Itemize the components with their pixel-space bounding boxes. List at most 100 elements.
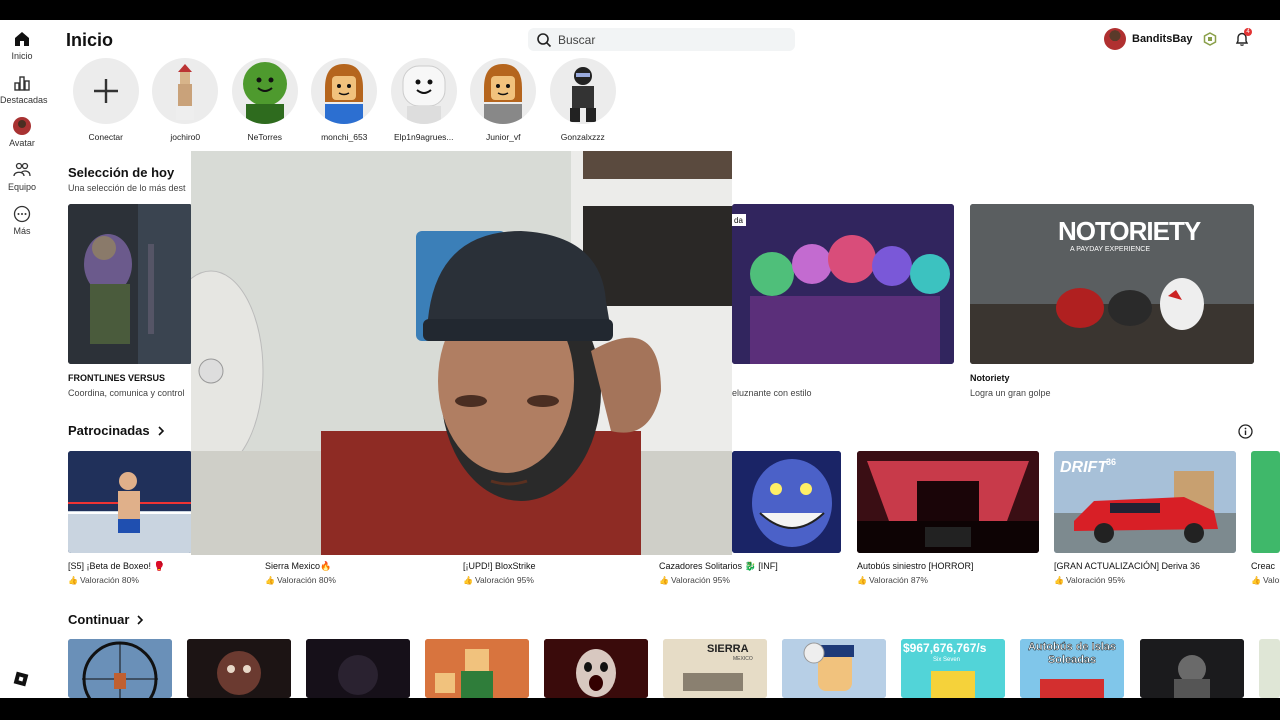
- game-name[interactable]: [S5] ¡Beta de Boxeo! 🥊: [68, 561, 165, 572]
- notification-badge: 4: [1244, 28, 1252, 36]
- friend-name: Junior_vf: [486, 132, 521, 142]
- card-art-badge: 36: [1106, 457, 1117, 467]
- chart-icon: [14, 76, 30, 91]
- continue-tile[interactable]: $967,676,767/s Six Seven: [901, 639, 1005, 698]
- add-friend-button[interactable]: [72, 58, 139, 124]
- card-desc: Coordina, comunica y control: [68, 388, 185, 398]
- sidebar-item-avatar[interactable]: Avatar: [0, 117, 44, 148]
- sponsored-header[interactable]: Patrocinadas: [68, 423, 166, 438]
- friend-item[interactable]: Gonzalxzzz: [543, 58, 623, 142]
- plus-icon: [93, 79, 118, 103]
- sidebar-item-label: Equipo: [7, 182, 37, 192]
- tile-art-title: SIERRA: [707, 643, 749, 655]
- game-name[interactable]: Cazadores Solitarios 🐉 [INF]: [659, 561, 778, 572]
- friend-avatar[interactable]: [311, 58, 378, 124]
- game-card-cazadores[interactable]: [732, 451, 841, 553]
- friend-avatar[interactable]: [231, 58, 298, 124]
- continue-header[interactable]: Continuar: [68, 612, 145, 627]
- friend-avatar[interactable]: [470, 58, 537, 124]
- game-card-drift[interactable]: DRIFT 36: [1054, 451, 1236, 553]
- friend-name: Gonzalxzzz: [560, 132, 605, 142]
- card-art-title: DRIFT: [1060, 459, 1108, 476]
- continue-tile[interactable]: [1140, 639, 1244, 698]
- username[interactable]: BanditsBay: [1132, 33, 1193, 45]
- avatar[interactable]: [1104, 28, 1126, 50]
- friend-item[interactable]: NeTorres: [225, 58, 305, 142]
- sidebar-item-charts[interactable]: Destacadas: [0, 74, 48, 105]
- game-rating: 👍 Valoración 80%: [265, 575, 336, 585]
- friend-connect[interactable]: Conectar: [66, 58, 146, 142]
- friend-item[interactable]: jochiro0: [146, 58, 226, 142]
- card-title[interactable]: FRONTLINES VERSUS: [68, 373, 165, 383]
- game-name[interactable]: [¡UPD!] BloxStrike: [463, 561, 536, 571]
- thumbs-up-icon: 👍: [265, 576, 275, 585]
- game-card-frontlines[interactable]: [68, 204, 192, 364]
- tile-art-title: Autobús de Islas Soleadas: [1027, 641, 1117, 666]
- sidebar-item-team[interactable]: Equipo: [0, 161, 44, 192]
- info-icon[interactable]: [1238, 424, 1253, 439]
- friend-avatar[interactable]: [390, 58, 457, 124]
- thumbs-up-icon: 👍: [857, 576, 867, 585]
- user-menu[interactable]: BanditsBay: [1104, 28, 1217, 50]
- continue-title[interactable]: Continuar: [68, 612, 129, 627]
- game-name[interactable]: Sierra Mexico🔥: [265, 561, 331, 572]
- sponsored-title[interactable]: Patrocinadas: [68, 423, 150, 438]
- team-icon: [13, 162, 31, 177]
- game-rating: 👍 Valoración 95%: [463, 575, 534, 585]
- friend-avatar[interactable]: [152, 58, 219, 124]
- sidebar-item-more[interactable]: Más: [0, 205, 44, 236]
- game-card-monsters[interactable]: da: [732, 204, 954, 364]
- game-name[interactable]: [GRAN ACTUALIZACIÓN] Deriva 36: [1054, 561, 1200, 571]
- card-art-title: NOTORIETY: [1058, 216, 1201, 246]
- thumbs-up-icon: 👍: [1251, 576, 1261, 585]
- page-title: Inicio: [66, 30, 114, 50]
- continue-tile[interactable]: [782, 639, 886, 698]
- continue-tile[interactable]: [544, 639, 648, 698]
- roblox-logo-icon[interactable]: [13, 671, 29, 687]
- card-title[interactable]: Notoriety: [970, 373, 1010, 383]
- friend-item[interactable]: Junior_vf: [464, 58, 544, 142]
- game-card-partial[interactable]: [1251, 451, 1280, 553]
- continue-tile[interactable]: SIERRA MEXICO: [663, 639, 767, 698]
- search-input[interactable]: [558, 32, 778, 47]
- sidebar-item-home[interactable]: Inicio: [0, 30, 44, 61]
- robux-icon[interactable]: [1203, 32, 1217, 46]
- continue-tile[interactable]: [425, 639, 529, 698]
- game-name[interactable]: Autobús siniestro [HORROR]: [857, 561, 974, 571]
- game-rating: 👍 Valoración 80%: [68, 575, 139, 585]
- search-bar[interactable]: [528, 28, 795, 51]
- thumbs-up-icon: 👍: [68, 576, 78, 585]
- friend-item[interactable]: monchi_653: [305, 58, 385, 142]
- card-art-subtitle: A PAYDAY EXPERIENCE: [1070, 246, 1151, 253]
- webcam-feed: [191, 151, 732, 555]
- continue-tile[interactable]: [187, 639, 291, 698]
- friend-item[interactable]: Elp1n9agrues...: [384, 58, 464, 142]
- continue-tile[interactable]: [68, 639, 172, 698]
- continue-tile[interactable]: Autobús de Islas Soleadas: [1020, 639, 1124, 698]
- friend-avatar[interactable]: [549, 58, 616, 124]
- webcam-overlay: [191, 151, 732, 555]
- continue-tile[interactable]: [306, 639, 410, 698]
- friends-row: Conectar jochiro0 NeTorres monchi_653 El…: [66, 58, 623, 142]
- sidebar-item-label: Destacadas: [0, 95, 48, 105]
- friend-name: Elp1n9agrues...: [393, 132, 454, 142]
- friend-name: monchi_653: [321, 132, 368, 142]
- home-icon: [15, 32, 29, 46]
- friend-name: Conectar: [88, 132, 124, 142]
- sidebar: Inicio Destacadas Avatar Equipo Más: [0, 20, 48, 698]
- sidebar-item-label: Avatar: [9, 138, 35, 148]
- game-card-notoriety[interactable]: NOTORIETY A PAYDAY EXPERIENCE: [970, 204, 1254, 364]
- picks-subtitle: Una selección de lo más dest: [68, 183, 186, 193]
- tile-art-subtitle: MEXICO: [733, 656, 753, 662]
- chevron-right-icon: [137, 614, 144, 625]
- tile-art-subtitle: Six Seven: [933, 657, 961, 663]
- sidebar-item-label: Más: [13, 226, 31, 236]
- game-card-boxing[interactable]: [68, 451, 192, 553]
- game-card-autobus[interactable]: [857, 451, 1039, 553]
- letterbox-bottom: [0, 698, 1280, 720]
- friend-name: jochiro0: [170, 132, 201, 142]
- game-name[interactable]: Creac: [1251, 561, 1275, 571]
- continue-tile-partial[interactable]: [1259, 639, 1280, 698]
- sidebar-item-label: Inicio: [11, 51, 33, 61]
- thumbs-up-icon: 👍: [659, 576, 669, 585]
